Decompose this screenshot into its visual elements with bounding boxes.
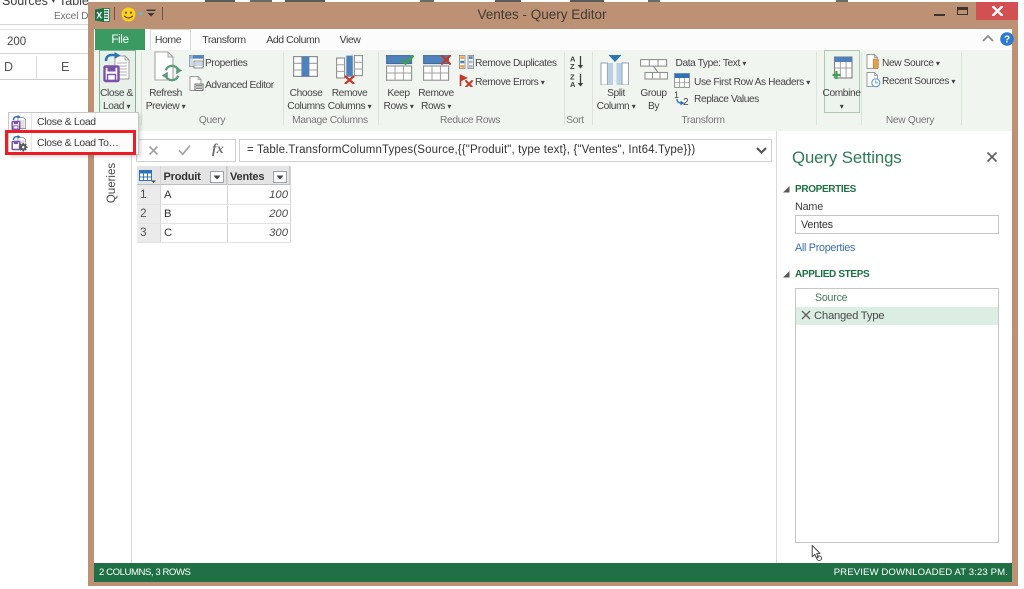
svg-text:Z: Z bbox=[570, 62, 575, 69]
svg-text:A: A bbox=[570, 80, 576, 87]
svg-text:?: ? bbox=[1004, 35, 1010, 46]
svg-text:X: X bbox=[96, 10, 102, 20]
svg-text:2: 2 bbox=[683, 97, 689, 106]
svg-text:1: 1 bbox=[674, 90, 679, 100]
